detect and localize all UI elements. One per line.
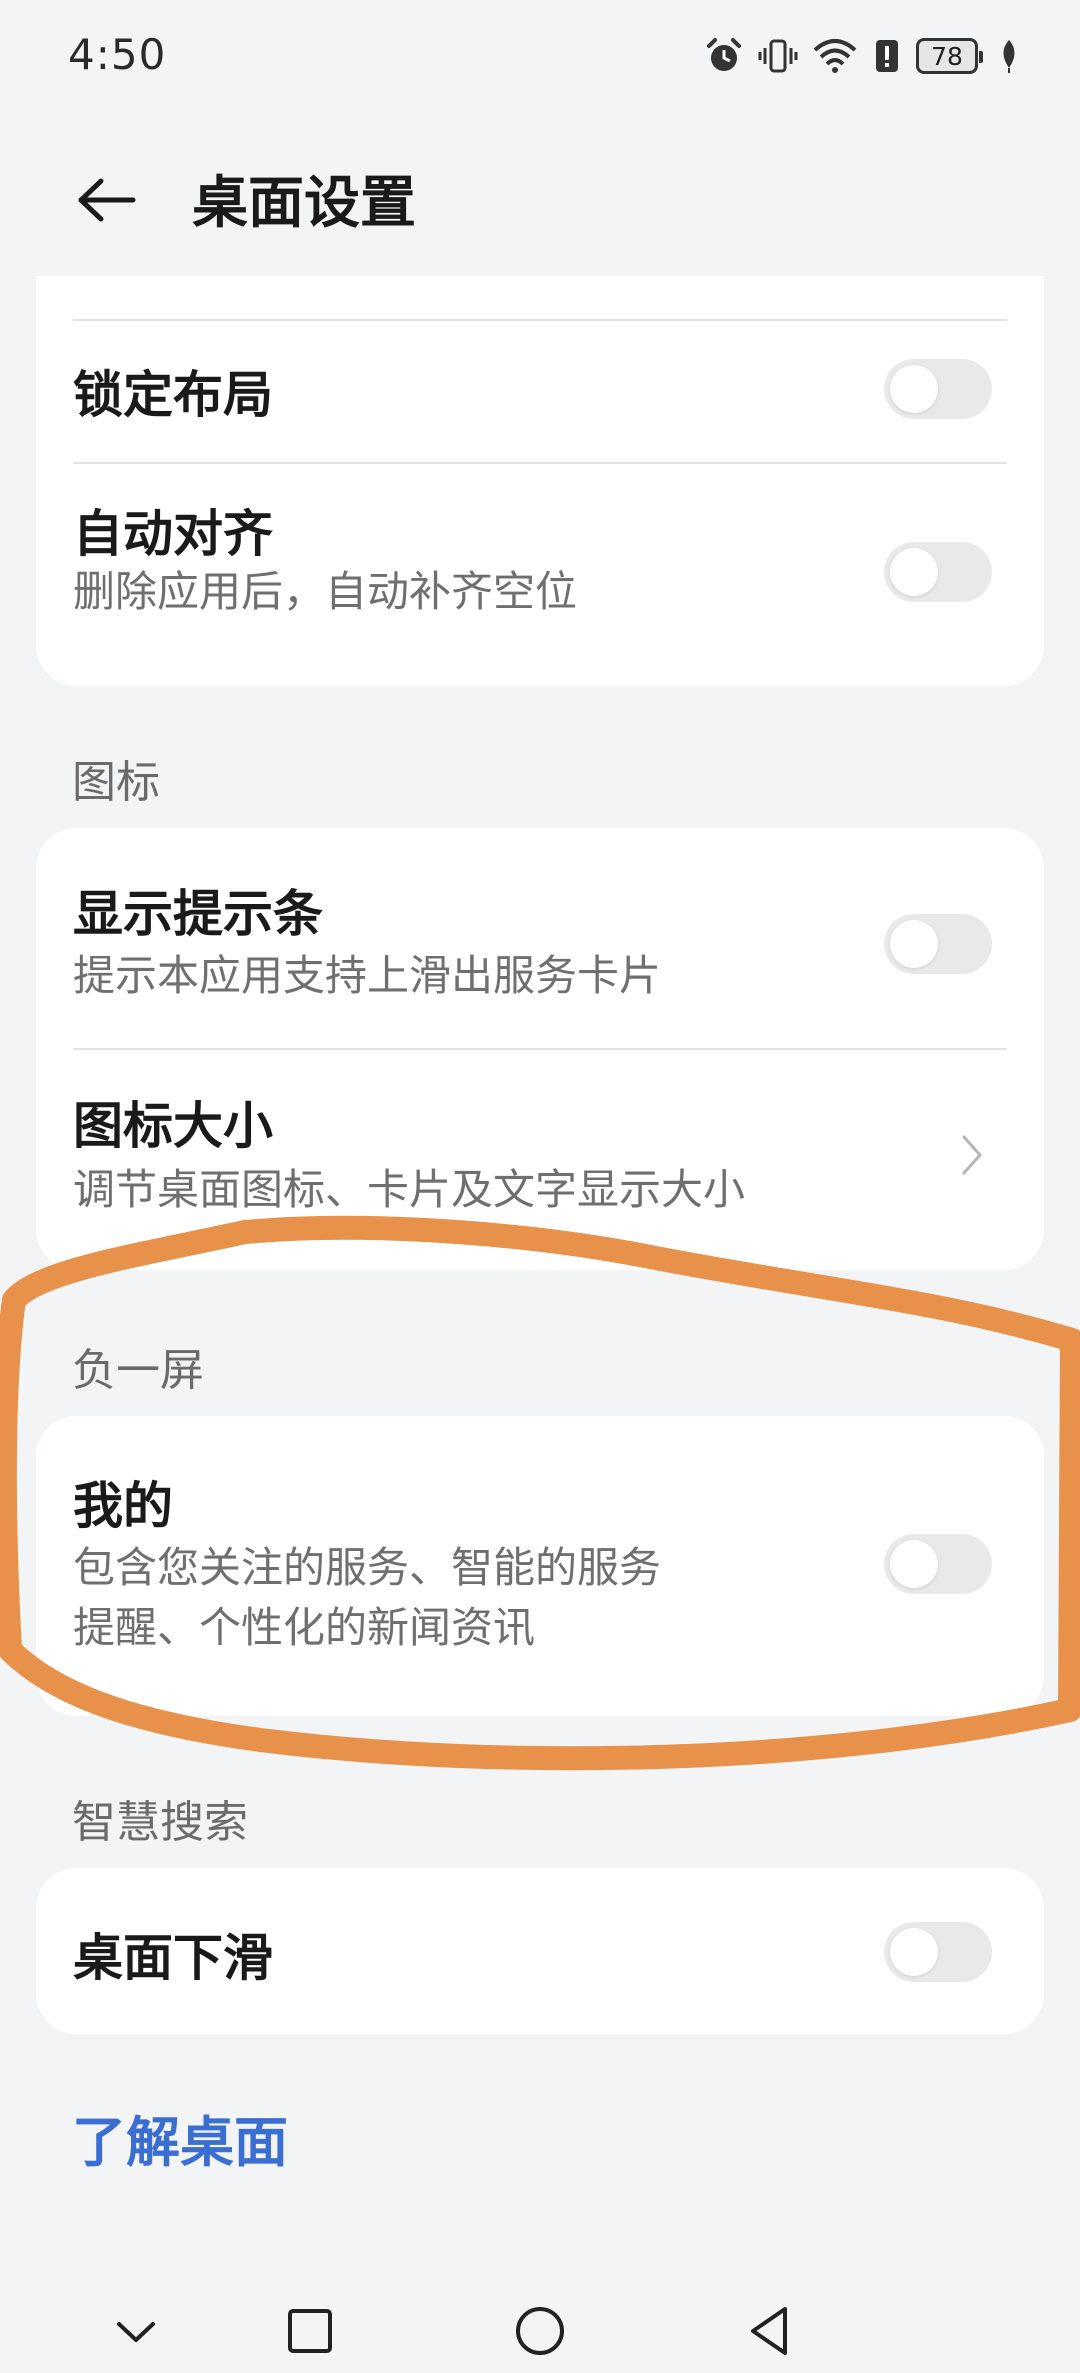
home-circle-icon[interactable]: [500, 2296, 580, 2366]
back-triangle-icon[interactable]: [730, 2296, 810, 2366]
row-subtitle: 删除应用后，自动补齐空位: [73, 567, 578, 616]
back-arrow-icon: [78, 178, 136, 222]
section-label-smart-search: 智慧搜索: [72, 1797, 248, 1848]
row-subtitle: 调节桌面图标、卡片及文字显示大小: [73, 1165, 746, 1214]
search-card: 桌面下滑: [36, 1868, 1044, 2034]
navigation-bar: [0, 2280, 1080, 2373]
alarm-icon: [704, 36, 744, 76]
back-button[interactable]: [60, 160, 150, 240]
section-label-icons: 图标: [72, 757, 160, 808]
leaf-icon: [998, 38, 1020, 74]
learn-desktop-link[interactable]: 了解桌面: [72, 2098, 288, 2177]
status-icons: 78: [704, 32, 1020, 80]
row-title: 桌面下滑: [73, 1929, 273, 1987]
row-title: 我的: [73, 1477, 173, 1535]
battery-icon: 78: [916, 38, 983, 74]
row-subtitle: 包含您关注的服务、智能的服务 提醒、个性化的新闻资讯: [73, 1543, 662, 1652]
auto-align-toggle[interactable]: [884, 542, 992, 602]
battery-saver-icon: [872, 36, 902, 76]
show-hint-bar-row[interactable]: 显示提示条 提示本应用支持上滑出服务卡片: [36, 828, 1044, 1048]
vibrate-icon: [758, 36, 798, 76]
row-title: 自动对齐: [73, 505, 273, 563]
show-hint-bar-toggle[interactable]: [884, 914, 992, 974]
icon-size-row[interactable]: 图标大小 调节桌面图标、卡片及文字显示大小: [36, 1050, 1044, 1270]
recents-square-icon[interactable]: [270, 2296, 350, 2366]
my-toggle[interactable]: [884, 1534, 992, 1594]
row-title: 显示提示条: [73, 885, 323, 943]
status-time: 4:50: [68, 30, 167, 79]
layout-card: 锁定布局 自动对齐 删除应用后，自动补齐空位: [36, 276, 1044, 686]
chevron-right-icon: [952, 1130, 992, 1180]
wifi-icon: [812, 36, 858, 76]
minus-one-card: 我的 包含您关注的服务、智能的服务 提醒、个性化的新闻资讯: [36, 1416, 1044, 1716]
row-title: 图标大小: [73, 1097, 273, 1155]
row-subtitle: 提示本应用支持上滑出服务卡片: [73, 951, 662, 1000]
my-row[interactable]: 我的 包含您关注的服务、智能的服务 提醒、个性化的新闻资讯: [36, 1416, 1044, 1716]
auto-align-row[interactable]: 自动对齐 删除应用后，自动补齐空位: [36, 464, 1044, 664]
status-bar: 4:50 78: [0, 0, 1080, 112]
lock-layout-toggle[interactable]: [884, 359, 992, 419]
app-header: 桌面设置: [0, 140, 1080, 250]
desktop-swipe-down-row[interactable]: 桌面下滑: [36, 1868, 1044, 2034]
section-label-minus-one-screen: 负一屏: [72, 1345, 204, 1396]
collapse-chevron-icon[interactable]: [96, 2296, 176, 2366]
row-title: 锁定布局: [73, 366, 273, 424]
icon-card: 显示提示条 提示本应用支持上滑出服务卡片 图标大小 调节桌面图标、卡片及文字显示…: [36, 828, 1044, 1270]
page-title: 桌面设置: [192, 171, 416, 236]
desktop-swipe-down-toggle[interactable]: [884, 1922, 992, 1982]
lock-layout-row[interactable]: 锁定布局: [36, 321, 1044, 461]
